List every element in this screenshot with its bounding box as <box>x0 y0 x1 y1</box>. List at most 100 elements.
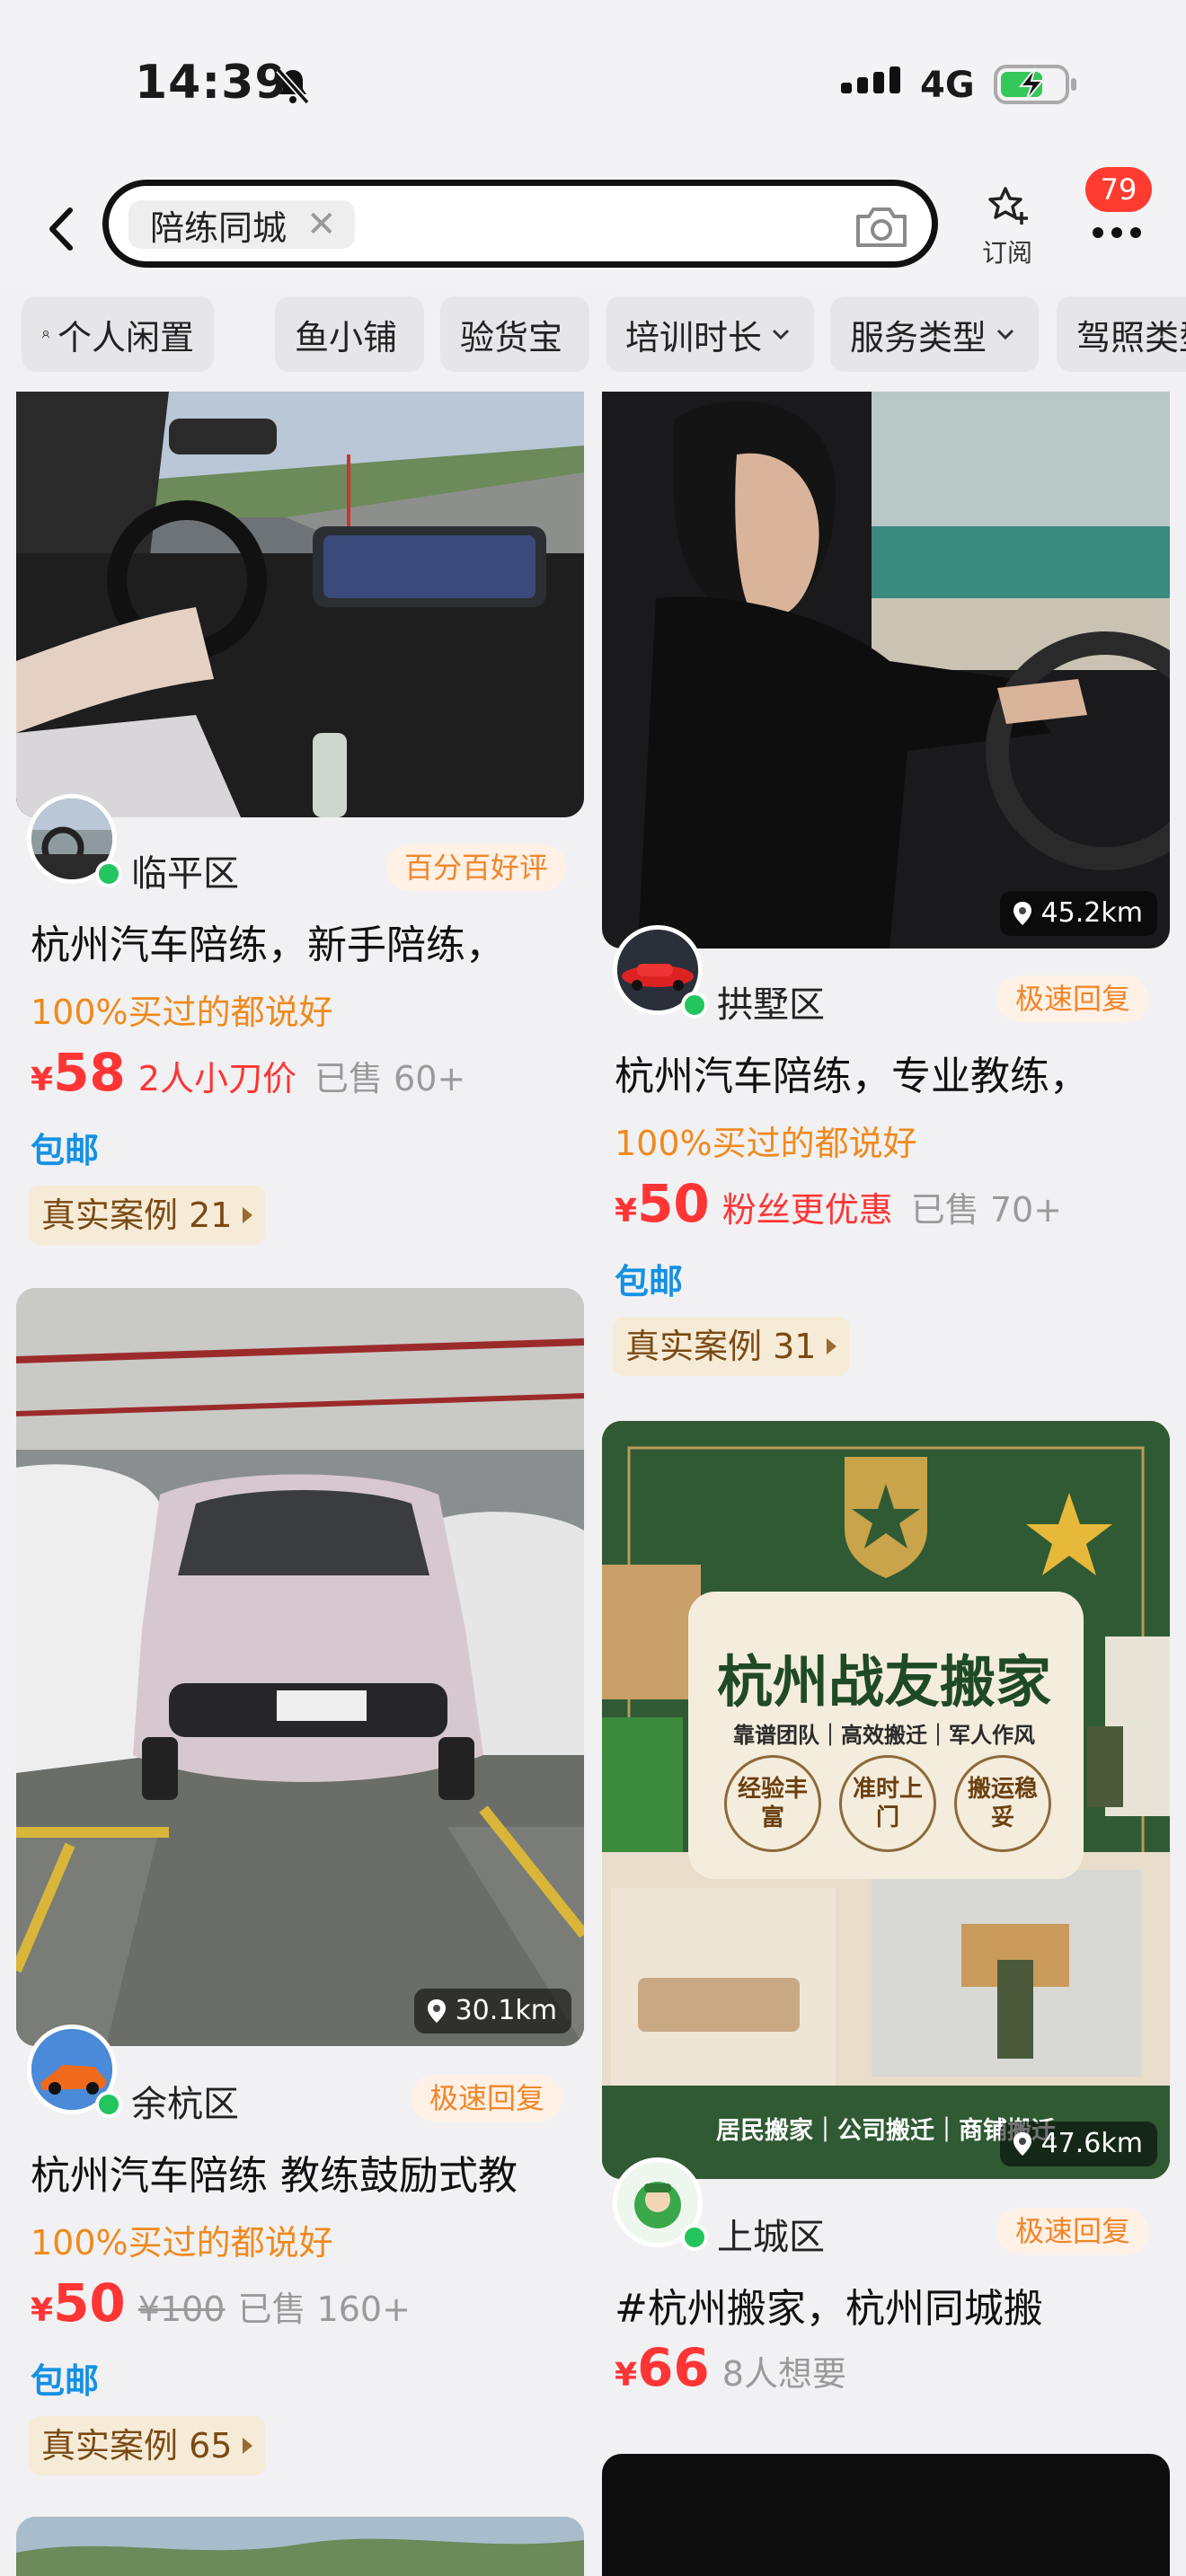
distance-badge: 45.2km <box>999 891 1157 936</box>
price-note: 粉丝更优惠 <box>721 1190 893 1230</box>
real-cases-label: 真实案例 31 <box>625 1327 817 1366</box>
sold-count: 已售 70+ <box>910 1190 1063 1230</box>
seller-area: 拱墅区 <box>717 984 825 1026</box>
real-cases-label: 真实案例 21 <box>41 1195 233 1235</box>
location-pin-icon <box>1013 2132 1031 2156</box>
currency: ¥ <box>615 2357 638 2394</box>
caret-right-icon <box>243 1207 253 1223</box>
price-note: 2人小刀价 <box>137 1059 296 1098</box>
price-row: ¥ 66 8人想要 <box>615 2337 846 2398</box>
price: 58 <box>53 1042 126 1103</box>
online-indicator <box>681 2224 708 2251</box>
camera-icon[interactable] <box>853 202 910 256</box>
caret-right-icon <box>243 2438 253 2454</box>
currency: ¥ <box>31 2292 54 2329</box>
battery-charging-icon <box>994 63 1078 110</box>
subscribe-label: 订阅 <box>981 238 1032 268</box>
currency: ¥ <box>615 1193 638 1230</box>
listing-photo-driver: 45.2km <box>602 392 1170 948</box>
listing-photo-driving <box>16 392 584 817</box>
listing-card[interactable]: 45.2km 拱墅区 极速回复 杭州汽车陪练，专业教练， 100%买过的都说好 … <box>602 392 1170 1389</box>
listing-photo-car: 30.1km <box>16 1288 584 2046</box>
search-query-text: 陪练同城 <box>150 207 288 248</box>
filter-inspection[interactable]: 验货宝 <box>440 296 589 372</box>
seller-tag: 极速回复 <box>997 975 1149 1022</box>
seller-tag: 极速回复 <box>412 2075 563 2122</box>
price: 50 <box>637 1173 710 1234</box>
listing-card-partial[interactable] <box>16 2517 584 2576</box>
listing-title[interactable]: 杭州汽车陪练，新手陪练， <box>31 913 580 970</box>
poster-headline: 杭州战友搬家 <box>716 1649 1051 1715</box>
chevron-down-icon <box>996 329 1014 340</box>
location-pin-icon <box>1013 902 1031 925</box>
poster-badge: 准时上门 <box>839 1755 936 1852</box>
filter-label: 验货宝 <box>460 317 563 357</box>
listing-card-partial[interactable] <box>602 2454 1170 2576</box>
star-plus-icon <box>988 187 1028 225</box>
filter-service-type[interactable]: 服务类型 <box>830 296 1039 372</box>
filter-personal[interactable]: 个人闲置 <box>22 296 214 372</box>
rating-text: 100%买过的都说好 <box>31 2223 333 2263</box>
listing-card[interactable]: 临平区 百分百好评 杭州汽车陪练，新手陪练， 100%买过的都说好 ¥ 58 2… <box>16 392 584 1254</box>
listing-photo-moving-poster: 杭州战友搬家 靠谱团队｜高效搬迁｜军人作风 经验丰富 准时上门 搬运稳妥 居民搬… <box>602 1421 1170 2179</box>
filter-fish-shop[interactable]: 鱼小铺 <box>275 296 424 372</box>
filter-label: 培训时长 <box>625 317 763 357</box>
listing-title[interactable]: 杭州汽车陪练 教练鼓励式教 <box>31 2143 580 2201</box>
real-cases-label: 真实案例 65 <box>41 2426 233 2466</box>
poster-subline: 靠谱团队｜高效搬迁｜军人作风 <box>733 1723 1035 1748</box>
search-query-chip[interactable]: 陪练同城 ✕ <box>128 200 355 249</box>
price: 50 <box>53 2272 126 2333</box>
filter-label: 服务类型 <box>850 317 987 357</box>
filter-training-duration[interactable]: 培训时长 <box>606 296 814 372</box>
filter-license-type[interactable]: 驾照类型 <box>1057 296 1186 372</box>
want-count: 8人想要 <box>721 2354 846 2394</box>
back-icon[interactable] <box>34 198 97 260</box>
caret-right-icon <box>827 1338 837 1354</box>
signal-icon <box>841 66 909 106</box>
distance-badge: 47.6km <box>999 2122 1157 2166</box>
price-row: ¥ 50 粉丝更优惠 已售 70+ <box>615 1173 1062 1234</box>
seller-area: 临平区 <box>131 853 239 895</box>
seller-area: 余杭区 <box>131 2084 239 2125</box>
sold-count: 已售 60+ <box>314 1059 466 1098</box>
status-time: 14:39 <box>135 56 288 110</box>
distance-text: 47.6km <box>1040 2128 1143 2159</box>
online-indicator <box>681 992 708 1019</box>
currency: ¥ <box>31 1062 54 1098</box>
network-type: 4G <box>920 65 975 106</box>
poster-badge: 经验丰富 <box>724 1755 821 1852</box>
subscribe-button[interactable]: 订阅 <box>976 183 1039 269</box>
filter-label: 驾照类型 <box>1076 317 1186 357</box>
chevron-down-icon <box>772 329 790 340</box>
bell-muted-icon <box>275 66 311 110</box>
online-indicator <box>95 860 122 887</box>
filter-bar: 个人闲置 鱼小铺 验货宝 培训时长 服务类型 驾照类型 <box>0 296 1186 383</box>
seller-area: 上城区 <box>717 2217 825 2258</box>
listing-card[interactable]: 30.1km 余杭区 极速回复 杭州汽车陪练 教练鼓励式教 100%买过的都说好… <box>16 1288 584 2501</box>
seller-tag: 百分百好评 <box>386 844 567 891</box>
real-cases-button[interactable]: 真实案例 65 <box>29 2416 266 2475</box>
real-cases-button[interactable]: 真实案例 21 <box>29 1186 266 1245</box>
original-price: ¥100 <box>137 2289 226 2329</box>
price-row: ¥ 58 2人小刀价 已售 60+ <box>31 1042 465 1103</box>
listing-card[interactable]: 杭州战友搬家 靠谱团队｜高效搬迁｜军人作风 经验丰富 准时上门 搬运稳妥 居民搬… <box>602 1421 1170 2436</box>
sold-count: 已售 160+ <box>237 2289 411 2329</box>
poster-badge: 搬运稳妥 <box>954 1755 1051 1852</box>
distance-text: 30.1km <box>455 1995 557 2026</box>
distance-text: 45.2km <box>1040 897 1143 929</box>
real-cases-button[interactable]: 真实案例 31 <box>613 1317 850 1376</box>
filter-label: 个人闲置 <box>57 317 194 357</box>
clear-query-icon[interactable]: ✕ <box>306 204 337 245</box>
seller-tag: 极速回复 <box>997 2208 1149 2254</box>
rating-text: 100%买过的都说好 <box>31 992 333 1032</box>
search-box[interactable]: 陪练同城 ✕ <box>102 180 938 268</box>
shipping-badge: 包邮 <box>31 2361 100 2401</box>
notification-badge: 79 <box>1085 167 1152 212</box>
listing-title[interactable]: 杭州汽车陪练，专业教练， <box>615 1044 1164 1101</box>
shipping-badge: 包邮 <box>31 1131 100 1170</box>
listing-title[interactable]: #杭州搬家，杭州同城搬 <box>615 2276 1164 2333</box>
location-pin-icon <box>427 1999 446 2023</box>
more-icon[interactable] <box>1087 203 1146 266</box>
person-icon <box>41 330 49 339</box>
shipping-badge: 包邮 <box>615 1262 684 1301</box>
